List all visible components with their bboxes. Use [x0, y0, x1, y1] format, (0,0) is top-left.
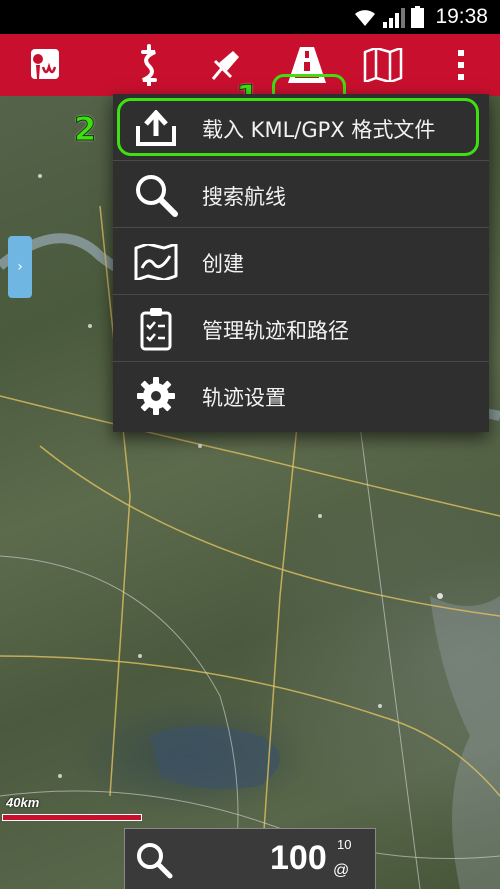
maps-button[interactable]: [348, 34, 418, 96]
clipboard-check-icon: [133, 307, 179, 351]
gear-icon: [133, 374, 179, 418]
app-logo-button[interactable]: [10, 34, 80, 96]
overflow-menu-icon: [458, 50, 464, 80]
zoom-value: 100: [270, 839, 327, 877]
zoom-superscript: 10: [337, 837, 352, 852]
menu-item-label: 搜索航线: [202, 185, 286, 209]
route-button[interactable]: [114, 34, 184, 96]
menu-item-label: 轨迹设置: [202, 386, 286, 410]
step-2-marker: 2: [73, 110, 97, 149]
zoom-unit: @: [333, 862, 350, 879]
toolbar: 1: [0, 34, 500, 126]
load-file-highlight: [117, 98, 479, 156]
menu-item-label: 管理轨迹和路径: [202, 319, 349, 343]
search-icon: [133, 173, 179, 217]
menu-item-create[interactable]: 创建: [113, 228, 489, 295]
zoom-control[interactable]: 100 10 @: [124, 828, 376, 889]
app-logo-icon: [31, 49, 59, 79]
scale-bar: [2, 814, 142, 821]
status-bar: 19:38: [0, 0, 500, 34]
route-icon: [141, 44, 157, 86]
battery-icon: [411, 6, 424, 28]
chevron-right-icon: ›: [17, 259, 23, 275]
menu-item-track-settings[interactable]: 轨迹设置: [113, 362, 489, 429]
map-icon: [363, 48, 403, 82]
search-icon: [137, 843, 173, 879]
map-side-tab[interactable]: ›: [8, 236, 32, 298]
signal-icon: [383, 8, 405, 28]
map-draw-icon: [133, 240, 179, 284]
overflow-menu-button[interactable]: [426, 34, 496, 96]
wifi-icon: [355, 10, 375, 26]
menu-item-search-route[interactable]: 搜索航线: [113, 161, 489, 228]
menu-item-manage-tracks[interactable]: 管理轨迹和路径: [113, 295, 489, 362]
menu-item-label: 创建: [202, 252, 244, 276]
scale-label: 40km: [6, 795, 40, 810]
status-icons: [353, 6, 424, 28]
status-time: 19:38: [435, 5, 488, 28]
